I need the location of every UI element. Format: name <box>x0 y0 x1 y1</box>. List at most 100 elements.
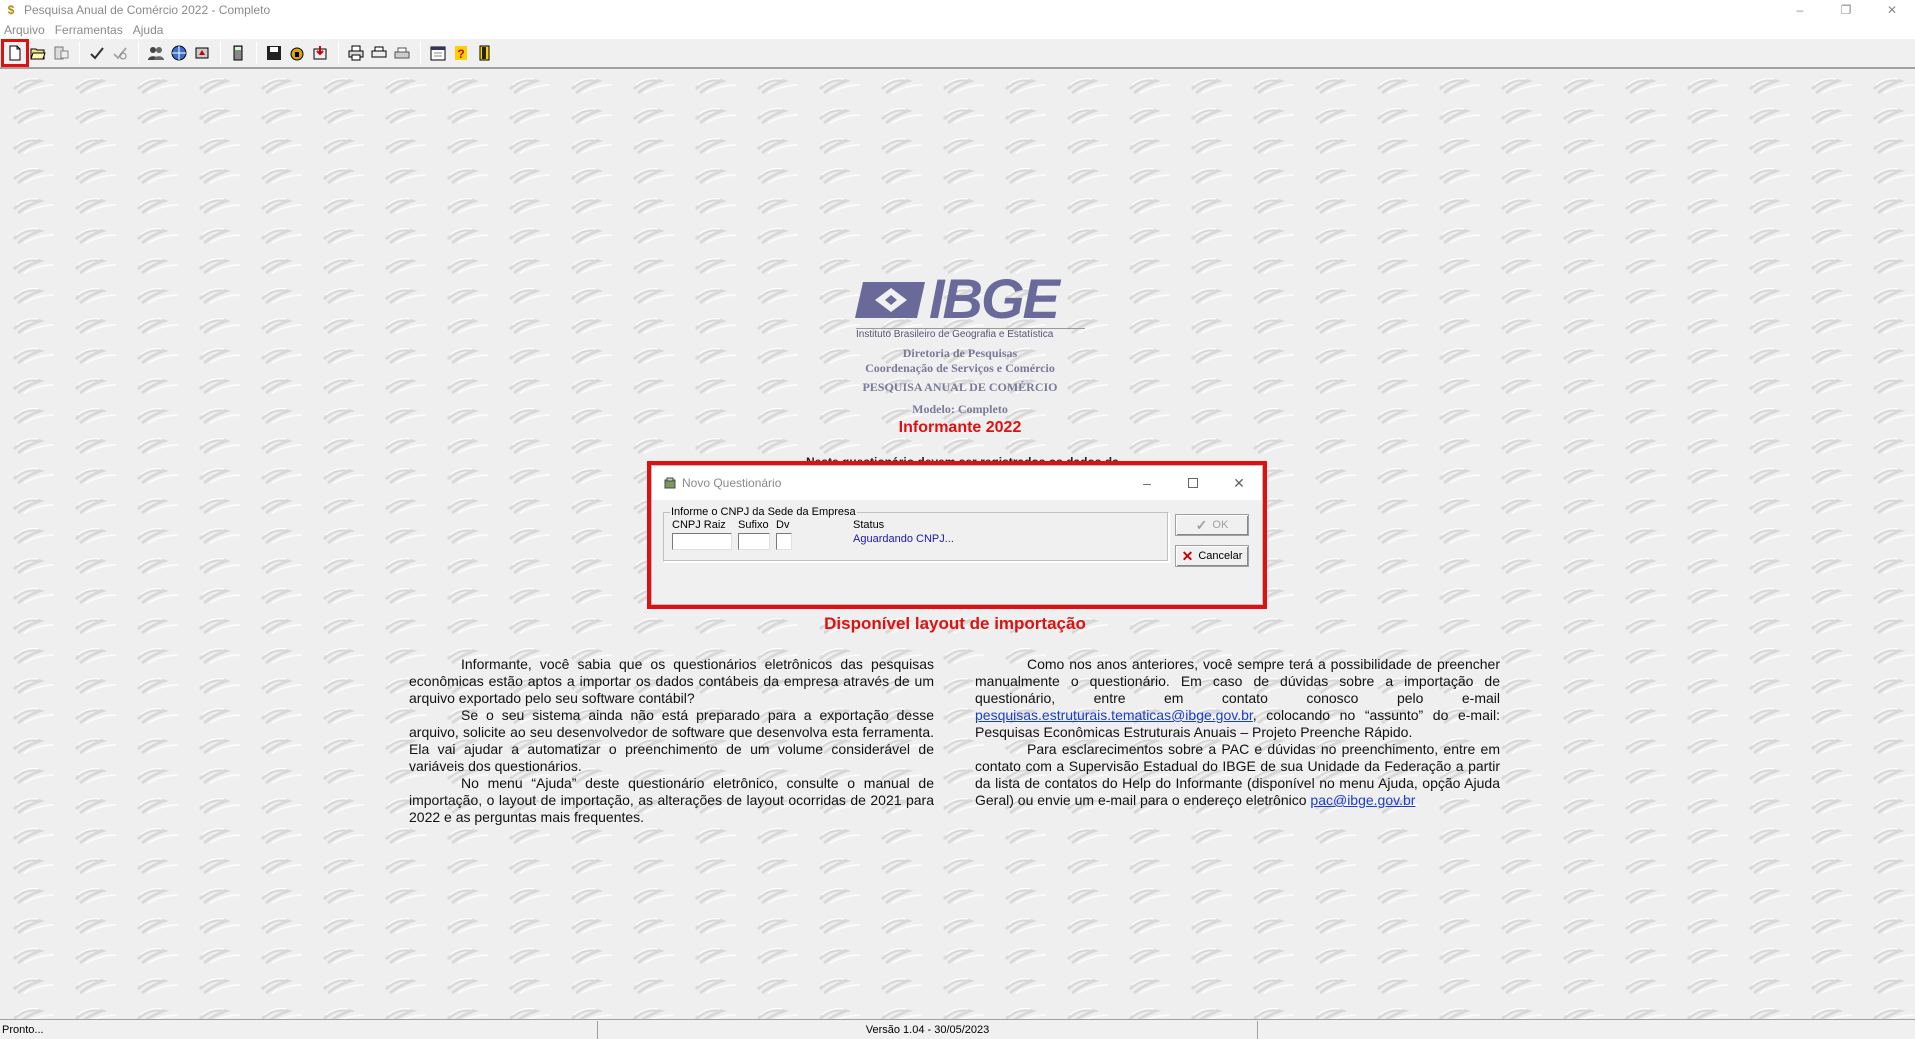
open-button[interactable] <box>27 42 49 64</box>
print-icon <box>348 45 364 61</box>
exit-button[interactable] <box>473 42 495 64</box>
sufixo-label: Sufixo <box>738 519 769 531</box>
restore-button[interactable]: ❐ <box>1823 0 1869 20</box>
ibge-logo-text: IBGE <box>929 267 1060 330</box>
menu-ajuda[interactable]: Ajuda <box>129 23 170 37</box>
status-bar: Pronto... Versão 1.04 - 30/05/2023 <box>0 1019 1915 1039</box>
novo-questionario-dialog: Novo Questionário – ✕ Informe o CNPJ da … <box>651 465 1263 605</box>
export-icon <box>54 46 69 60</box>
transmit-icon <box>195 47 209 59</box>
import-icon <box>313 46 327 60</box>
informante-title: Informante 2022 <box>898 419 1022 436</box>
verify-button[interactable] <box>109 42 131 64</box>
dv-input[interactable] <box>776 533 792 550</box>
minimize-button[interactable]: – <box>1777 0 1823 20</box>
ibge-logo: IBGE <box>855 270 1085 328</box>
check-icon: ✓ <box>1195 516 1208 533</box>
save-icon <box>267 46 281 60</box>
globe-icon <box>171 45 187 61</box>
status-bar-empty-panel <box>1258 1021 1915 1039</box>
right-paragraph-text: Para esclarecimentos sobre a PAC e dúvid… <box>975 741 1500 808</box>
cnpj-groupbox: Informe o CNPJ da Sede da Empresa CNPJ R… <box>663 506 1169 562</box>
toolbar-separator <box>79 42 80 64</box>
menu-arquivo[interactable]: Arquivo <box>0 23 51 37</box>
right-paragraph: Para esclarecimentos sobre a PAC e dúvid… <box>975 741 1500 809</box>
left-paragraph: Se o seu sistema ainda não está preparad… <box>409 707 934 774</box>
email-link-estruturais[interactable]: pesquisas.estruturais.tematicas@ibge.gov… <box>975 707 1253 723</box>
help-button[interactable]: ? <box>450 42 472 64</box>
diretoria-line: Diretoria de Pesquisas <box>902 346 1018 360</box>
toolbar-separator <box>420 42 421 64</box>
help-icon: ? <box>455 46 467 61</box>
toolbar: ? <box>0 39 1915 69</box>
contacts-button[interactable] <box>145 42 167 64</box>
toolbar-separator <box>220 42 221 64</box>
printer-setup-button[interactable] <box>391 42 413 64</box>
app-icon: $ <box>7 3 15 17</box>
lock-icon <box>290 47 304 61</box>
dialog-close-button[interactable]: ✕ <box>1216 466 1262 500</box>
save-button[interactable] <box>263 42 285 64</box>
dialog-minimize-button[interactable]: – <box>1124 466 1170 500</box>
cancel-x-icon: ✕ <box>1181 547 1194 564</box>
print-button[interactable] <box>345 42 367 64</box>
dialog-controls: – ✕ <box>1124 466 1262 500</box>
left-paragraph: No menu “Ajuda” deste questionário eletr… <box>409 775 934 825</box>
cnpj-raiz-label: CNPJ Raiz <box>672 519 726 531</box>
cnpj-raiz-input[interactable] <box>672 533 732 550</box>
ok-button-label: OK <box>1212 519 1229 531</box>
dialog-title-bar: Novo Questionário – ✕ <box>652 466 1262 500</box>
svg-text:?: ? <box>457 47 464 61</box>
open-folder-icon <box>30 48 46 60</box>
people-icon <box>148 47 164 60</box>
modelo-line: Modelo: Completo <box>912 402 1008 416</box>
toolbar-separator <box>338 42 339 64</box>
dialog-title: Novo Questionário <box>682 476 782 490</box>
dialog-maximize-button[interactable] <box>1170 466 1216 500</box>
pesquisa-line: PESQUISA ANUAL DE COMÉRCIO <box>862 380 1058 394</box>
internet-button[interactable] <box>168 42 190 64</box>
toolbar-separator <box>256 42 257 64</box>
close-button[interactable]: ✕ <box>1869 0 1915 20</box>
window-controls: – ❐ ✕ <box>1777 0 1915 20</box>
status-text: Pronto... <box>0 1020 598 1039</box>
email-link-pac[interactable]: pac@ibge.gov.br <box>1310 792 1415 808</box>
ok-button[interactable]: ✓ OK <box>1175 514 1249 536</box>
cancel-button[interactable]: ✕ Cancelar <box>1175 545 1249 567</box>
exit-icon <box>479 45 490 61</box>
check-icon <box>90 47 104 60</box>
new-questionnaire-button[interactable] <box>1 39 29 67</box>
status-value: Aguardando CNPJ... <box>853 533 954 545</box>
version-text: Versão 1.04 - 30/05/2023 <box>598 1020 1258 1039</box>
toolbar-separator <box>138 42 139 64</box>
disponivel-heading: Disponível layout de importação <box>824 614 1086 633</box>
maximize-icon <box>1188 478 1198 488</box>
sufixo-input[interactable] <box>738 533 770 550</box>
dialog-app-icon <box>664 477 676 489</box>
transmit-button[interactable] <box>191 42 213 64</box>
cnpj-group-label: Informe o CNPJ da Sede da Empresa <box>670 506 857 518</box>
right-paragraph-text: Como nos anos anteriores, você sempre te… <box>975 656 1500 706</box>
coordenacao-line: Coordenação de Serviços e Comércio <box>865 361 1055 375</box>
dv-label: Dv <box>776 519 790 531</box>
new-document-icon <box>9 45 21 61</box>
ibge-logo-block: IBGE Instituto Brasileiro de Geografia e… <box>855 270 1085 340</box>
calendar-button[interactable] <box>427 42 449 64</box>
validate-button[interactable] <box>86 42 108 64</box>
security-button[interactable] <box>286 42 308 64</box>
window-title: Pesquisa Anual de Comércio 2022 - Comple… <box>24 3 271 17</box>
print-preview-button[interactable] <box>368 42 390 64</box>
status-label: Status <box>853 519 885 531</box>
cancel-button-label: Cancelar <box>1198 550 1243 562</box>
import-button[interactable] <box>309 42 331 64</box>
calendar-icon <box>430 46 446 61</box>
export-button[interactable] <box>50 42 72 64</box>
menu-ferramentas[interactable]: Ferramentas <box>51 23 129 37</box>
calculator-icon <box>233 45 243 61</box>
calculator-button[interactable] <box>227 42 249 64</box>
right-text-column: Como nos anos anteriores, você sempre te… <box>975 656 1500 809</box>
verify-icon <box>113 47 127 60</box>
printer-setup-icon <box>394 47 410 59</box>
print-preview-icon <box>371 46 387 58</box>
left-text-column: Informante, você sabia que os questionár… <box>409 656 934 826</box>
